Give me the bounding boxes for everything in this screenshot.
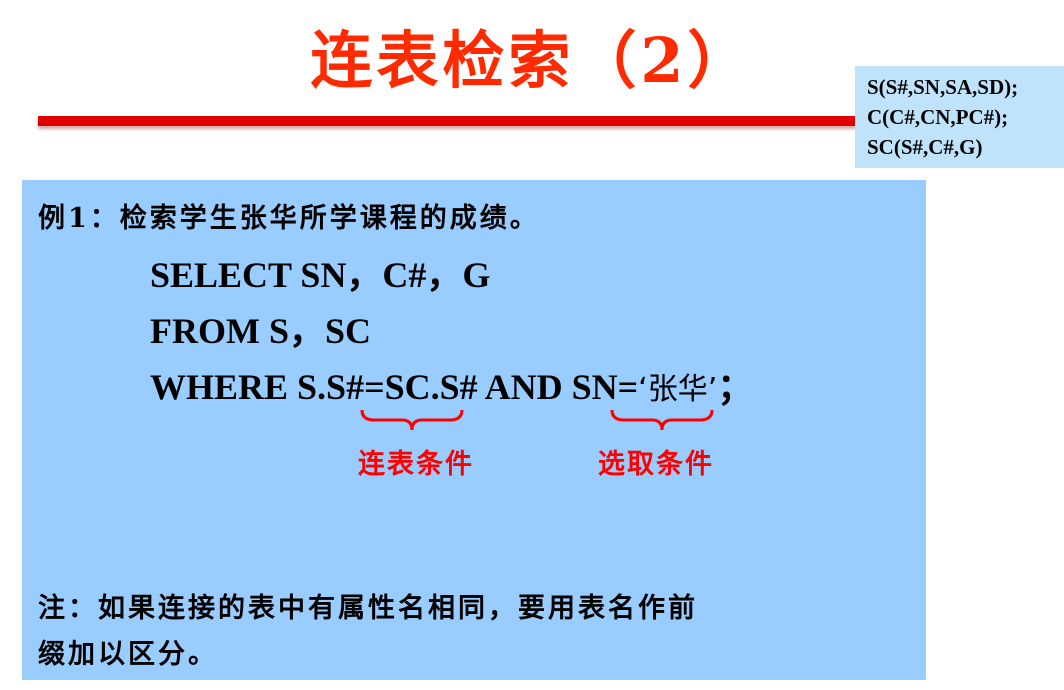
- sql-where-line: WHERE S.S#=SC.S# AND SN=‘张华’；: [150, 358, 753, 410]
- sql-where-suffix: ；: [717, 367, 754, 407]
- join-condition-label: 连表条件: [358, 449, 474, 480]
- note-line-1: 注：如果连接的表中有属性名相同，要用表名作前: [38, 593, 698, 624]
- schema-line-s: S(S#,SN,SA,SD);: [867, 75, 1019, 99]
- example-heading: 例1：检索学生张华所学课程的成绩。: [38, 203, 540, 234]
- sql-select-line: SELECT SN，C#，G: [150, 255, 491, 295]
- example-panel: 例1：检索学生张华所学课程的成绩。 SELECT SN，C#，G FROM S，…: [22, 180, 926, 680]
- select-condition-label: 选取条件: [598, 449, 714, 480]
- schema-box: S(S#,SN,SA,SD); C(C#,CN,PC#); SC(S#,C#,G…: [855, 66, 1064, 168]
- title-underline: [38, 116, 856, 126]
- select-condition-brace: [610, 409, 714, 431]
- schema-line-c: C(C#,CN,PC#);: [867, 105, 1009, 129]
- join-condition-brace: [360, 409, 464, 431]
- sql-from-line: FROM S，SC: [150, 311, 372, 351]
- note-line-2: 缀加以区分。: [38, 639, 218, 670]
- sql-where-literal: ‘张华’: [638, 372, 718, 407]
- schema-line-sc: SC(S#,C#,G): [867, 135, 983, 159]
- sql-where-prefix: WHERE S.S#=SC.S# AND SN=: [150, 367, 639, 407]
